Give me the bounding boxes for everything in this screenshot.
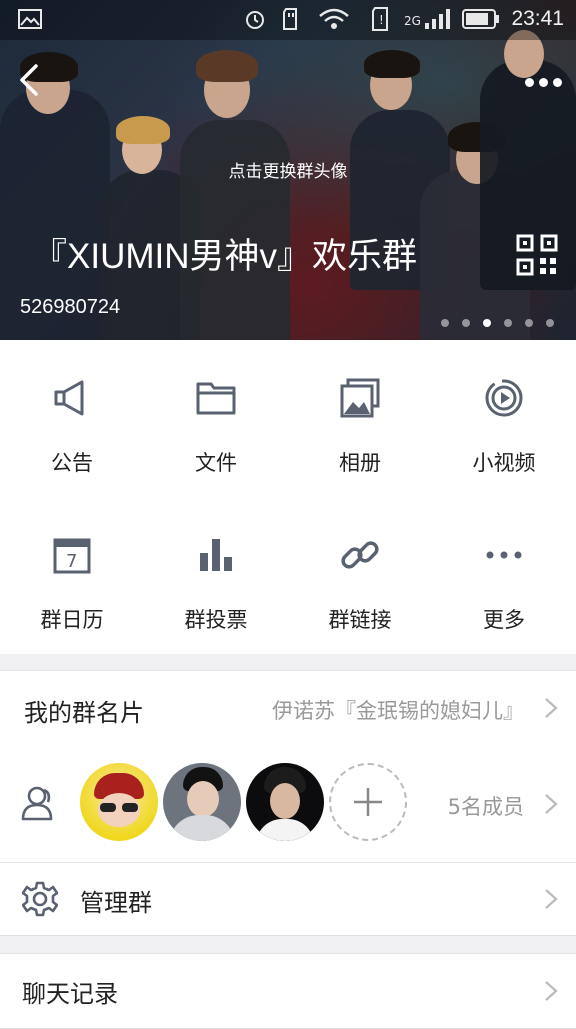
link-icon	[341, 541, 379, 569]
feature-more[interactable]: 更多	[432, 497, 576, 654]
manage-group-label: 管理群	[80, 889, 152, 917]
chevron-right-icon	[545, 981, 558, 1001]
megaphone-icon	[54, 380, 84, 416]
carousel-dot	[441, 319, 449, 327]
video-icon	[485, 379, 523, 417]
network-type-label: 2G	[404, 14, 421, 28]
plus-icon	[354, 788, 382, 816]
member-count: 5名成员	[447, 795, 524, 819]
feature-announcement[interactable]: 公告	[0, 340, 144, 497]
group-name: 『XIUMIN男神v』欢乐群	[32, 237, 418, 276]
member-avatar[interactable]	[80, 763, 158, 841]
feature-label: 相册	[339, 451, 381, 475]
manage-group-row[interactable]: 管理群	[0, 863, 576, 936]
group-header-banner[interactable]: ! 2G 23:41 点击更换群头像 『XIUMIN男神v』欢乐群 526980…	[0, 0, 576, 340]
feature-label: 群投票	[184, 608, 248, 632]
chevron-right-icon	[545, 889, 558, 909]
my-group-card-row[interactable]: 我的群名片 伊诺苏『金珉锡的媳妇儿』	[0, 670, 576, 746]
add-member-button[interactable]	[329, 763, 407, 841]
group-id: 526980724	[20, 296, 121, 318]
members-icon	[21, 786, 53, 821]
feature-label: 群链接	[328, 608, 392, 632]
member-avatar[interactable]	[163, 763, 241, 841]
carousel-dot	[504, 319, 512, 327]
sim-alert-icon: !	[372, 7, 388, 31]
feature-album[interactable]: 相册	[288, 340, 432, 497]
gallery-icon	[18, 9, 42, 29]
chevron-right-icon	[545, 794, 558, 814]
change-avatar-hint[interactable]: 点击更换群头像	[0, 157, 576, 182]
signal-icon	[425, 9, 450, 29]
feature-label: 公告	[51, 451, 93, 475]
carousel-dot	[525, 319, 533, 327]
bar-chart-icon	[200, 539, 232, 571]
gear-icon	[22, 881, 58, 917]
member-avatar[interactable]	[246, 763, 324, 841]
feature-group-vote[interactable]: 群投票	[144, 497, 288, 654]
more-options-icon[interactable]	[520, 72, 562, 91]
carousel-dot	[546, 319, 554, 327]
chat-history-label: 聊天记录	[22, 980, 118, 1008]
my-group-card-value: 伊诺苏『金珉锡的媳妇儿』	[272, 699, 524, 723]
feature-label: 文件	[195, 451, 237, 475]
my-group-card-label: 我的群名片	[24, 699, 144, 727]
feature-group-link[interactable]: 群链接	[288, 497, 432, 654]
carousel-indicator	[441, 312, 567, 331]
carousel-dot	[483, 319, 491, 327]
group-members-row[interactable]: 5名成员	[0, 745, 576, 863]
wifi-icon	[319, 8, 349, 29]
back-arrow-icon[interactable]	[14, 62, 50, 98]
svg-text:!: !	[379, 13, 384, 27]
folder-icon	[196, 382, 236, 415]
clock: 23:41	[511, 7, 564, 30]
more-icon	[486, 551, 522, 559]
calendar-day: 7	[66, 551, 77, 572]
feature-short-video[interactable]: 小视频	[432, 340, 576, 497]
feature-group-calendar[interactable]: 7 群日历	[0, 497, 144, 654]
qr-code-icon[interactable]	[516, 234, 558, 276]
alarm-icon	[246, 11, 264, 29]
battery-icon	[462, 9, 499, 29]
feature-grid: 公告 文件 相册 小视频 7 群日历 群投票 群链接 更多	[0, 340, 576, 654]
carousel-dot	[462, 319, 470, 327]
feature-files[interactable]: 文件	[144, 340, 288, 497]
chat-history-row[interactable]: 聊天记录	[0, 953, 576, 1029]
chevron-right-icon	[545, 698, 558, 718]
calendar-icon: 7	[53, 538, 91, 574]
feature-label: 更多	[483, 608, 525, 632]
feature-label: 小视频	[472, 451, 536, 475]
feature-label: 群日历	[40, 608, 104, 632]
sd-card-icon	[283, 8, 297, 30]
status-bar: ! 2G 23:41	[0, 0, 576, 40]
album-icon	[340, 378, 380, 418]
